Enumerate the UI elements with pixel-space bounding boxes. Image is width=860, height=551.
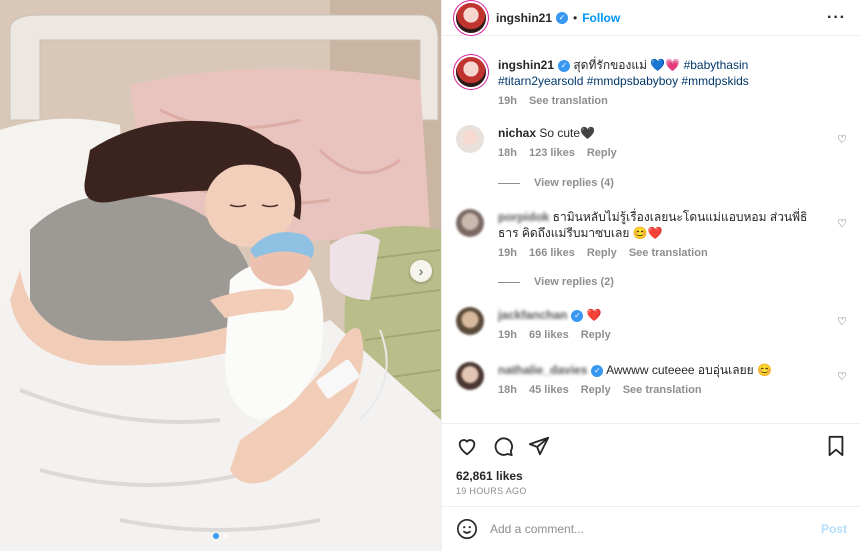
verified-badge-icon: ✓ — [556, 11, 569, 24]
commenter-avatar[interactable] — [456, 307, 484, 335]
header-username[interactable]: ingshin21 — [496, 11, 552, 25]
comment-likes[interactable]: 69 likes — [529, 329, 569, 341]
comment-username[interactable]: nathalie_davies — [498, 363, 587, 377]
comment-username[interactable]: porpidok — [498, 210, 549, 224]
caption: ingshin21 ✓ สุดที่รักของแม่ 💙💗 #babythasi… — [456, 57, 847, 117]
bookmark-icon[interactable] — [825, 435, 847, 457]
comment-likes[interactable]: 166 likes — [529, 247, 575, 259]
comment-text: So cute🖤 — [539, 126, 595, 140]
likes-count[interactable]: 62,861 likes — [442, 468, 860, 484]
like-comment-heart-icon[interactable]: ♡ — [837, 133, 847, 146]
comment-item: jackfanchan ✓ ❤️ 19h 69 likes Reply ♡ — [456, 307, 847, 347]
comments-list[interactable]: ingshin21 ✓ สุดที่รักของแม่ 💙💗 #babythasi… — [442, 37, 860, 423]
comment-icon[interactable] — [492, 435, 514, 457]
post-header: ingshin21 ✓ • Follow ··· — [442, 0, 860, 36]
carousel-dot — [222, 533, 229, 539]
reply-button[interactable]: Reply — [587, 147, 617, 159]
post-time: 19 HOURS AGO — [456, 486, 527, 496]
like-comment-heart-icon[interactable]: ♡ — [837, 370, 847, 383]
view-replies-button[interactable]: View replies (2) — [498, 276, 614, 288]
hospital-bed-photo — [0, 0, 441, 551]
comment-time: 18h — [498, 147, 517, 159]
share-icon[interactable] — [528, 435, 550, 457]
comment-username[interactable]: jackfanchan — [498, 308, 567, 322]
see-translation-link[interactable]: See translation — [529, 95, 608, 107]
post-photo[interactable]: › — [0, 0, 441, 551]
comment-time: 19h — [498, 329, 517, 341]
follow-button[interactable]: Follow — [582, 11, 620, 25]
comment-username[interactable]: nichax — [498, 126, 536, 140]
caption-avatar[interactable] — [456, 57, 486, 87]
add-comment-bar: Post — [442, 506, 860, 551]
post-panel: ingshin21 ✓ • Follow ··· ingshin21 ✓ สุดท… — [441, 0, 860, 551]
like-comment-heart-icon[interactable]: ♡ — [837, 217, 847, 230]
avatar[interactable] — [456, 2, 486, 33]
reply-button[interactable]: Reply — [581, 384, 611, 396]
post-button[interactable]: Post — [821, 522, 847, 536]
comment-text: Awwww cuteeee อบอุ่นเลยย 😊 — [606, 363, 772, 377]
view-replies-button[interactable]: View replies (4) — [498, 177, 614, 189]
action-bar: 62,861 likes 19 HOURS AGO — [442, 423, 860, 496]
carousel-next-icon[interactable]: › — [410, 260, 432, 282]
like-comment-heart-icon[interactable]: ♡ — [837, 315, 847, 328]
caption-username[interactable]: ingshin21 — [498, 58, 554, 72]
see-translation-link[interactable]: See translation — [623, 384, 702, 396]
verified-badge-icon: ✓ — [558, 59, 571, 72]
comment-item: nichax So cute🖤 18h 123 likes Reply ♡ — [456, 125, 847, 165]
commenter-avatar[interactable] — [456, 209, 484, 237]
carousel-dots — [0, 533, 441, 539]
comment-time: 18h — [498, 384, 517, 396]
carousel-dot — [212, 533, 219, 539]
comment-text: ❤️ — [586, 308, 602, 322]
comment-input[interactable] — [490, 522, 821, 536]
see-translation-link[interactable]: See translation — [629, 247, 708, 259]
reply-button[interactable]: Reply — [587, 247, 617, 259]
heart-icon[interactable] — [456, 435, 478, 457]
verified-badge-icon: ✓ — [571, 309, 584, 322]
commenter-avatar[interactable] — [456, 125, 484, 153]
comment-time: 19h — [498, 247, 517, 259]
caption-time: 19h — [498, 95, 517, 107]
verified-badge-icon: ✓ — [591, 364, 604, 377]
comment-item: nathalie_davies ✓ Awwww cuteeee อบอุ่นเลย… — [456, 362, 847, 402]
reply-button[interactable]: Reply — [581, 329, 611, 341]
comment-item: porpidok ธามินหลับไม่รู้เรื่องเลยนะโดนแม… — [456, 209, 847, 259]
comment-likes[interactable]: 45 likes — [529, 384, 569, 396]
comment-likes[interactable]: 123 likes — [529, 147, 575, 159]
separator: • — [573, 10, 578, 25]
emoji-icon[interactable] — [456, 518, 478, 540]
caption-text: สุดที่รักของแม่ 💙💗 — [573, 58, 681, 72]
commenter-avatar[interactable] — [456, 362, 484, 390]
more-horizontal-icon[interactable]: ··· — [827, 9, 846, 27]
